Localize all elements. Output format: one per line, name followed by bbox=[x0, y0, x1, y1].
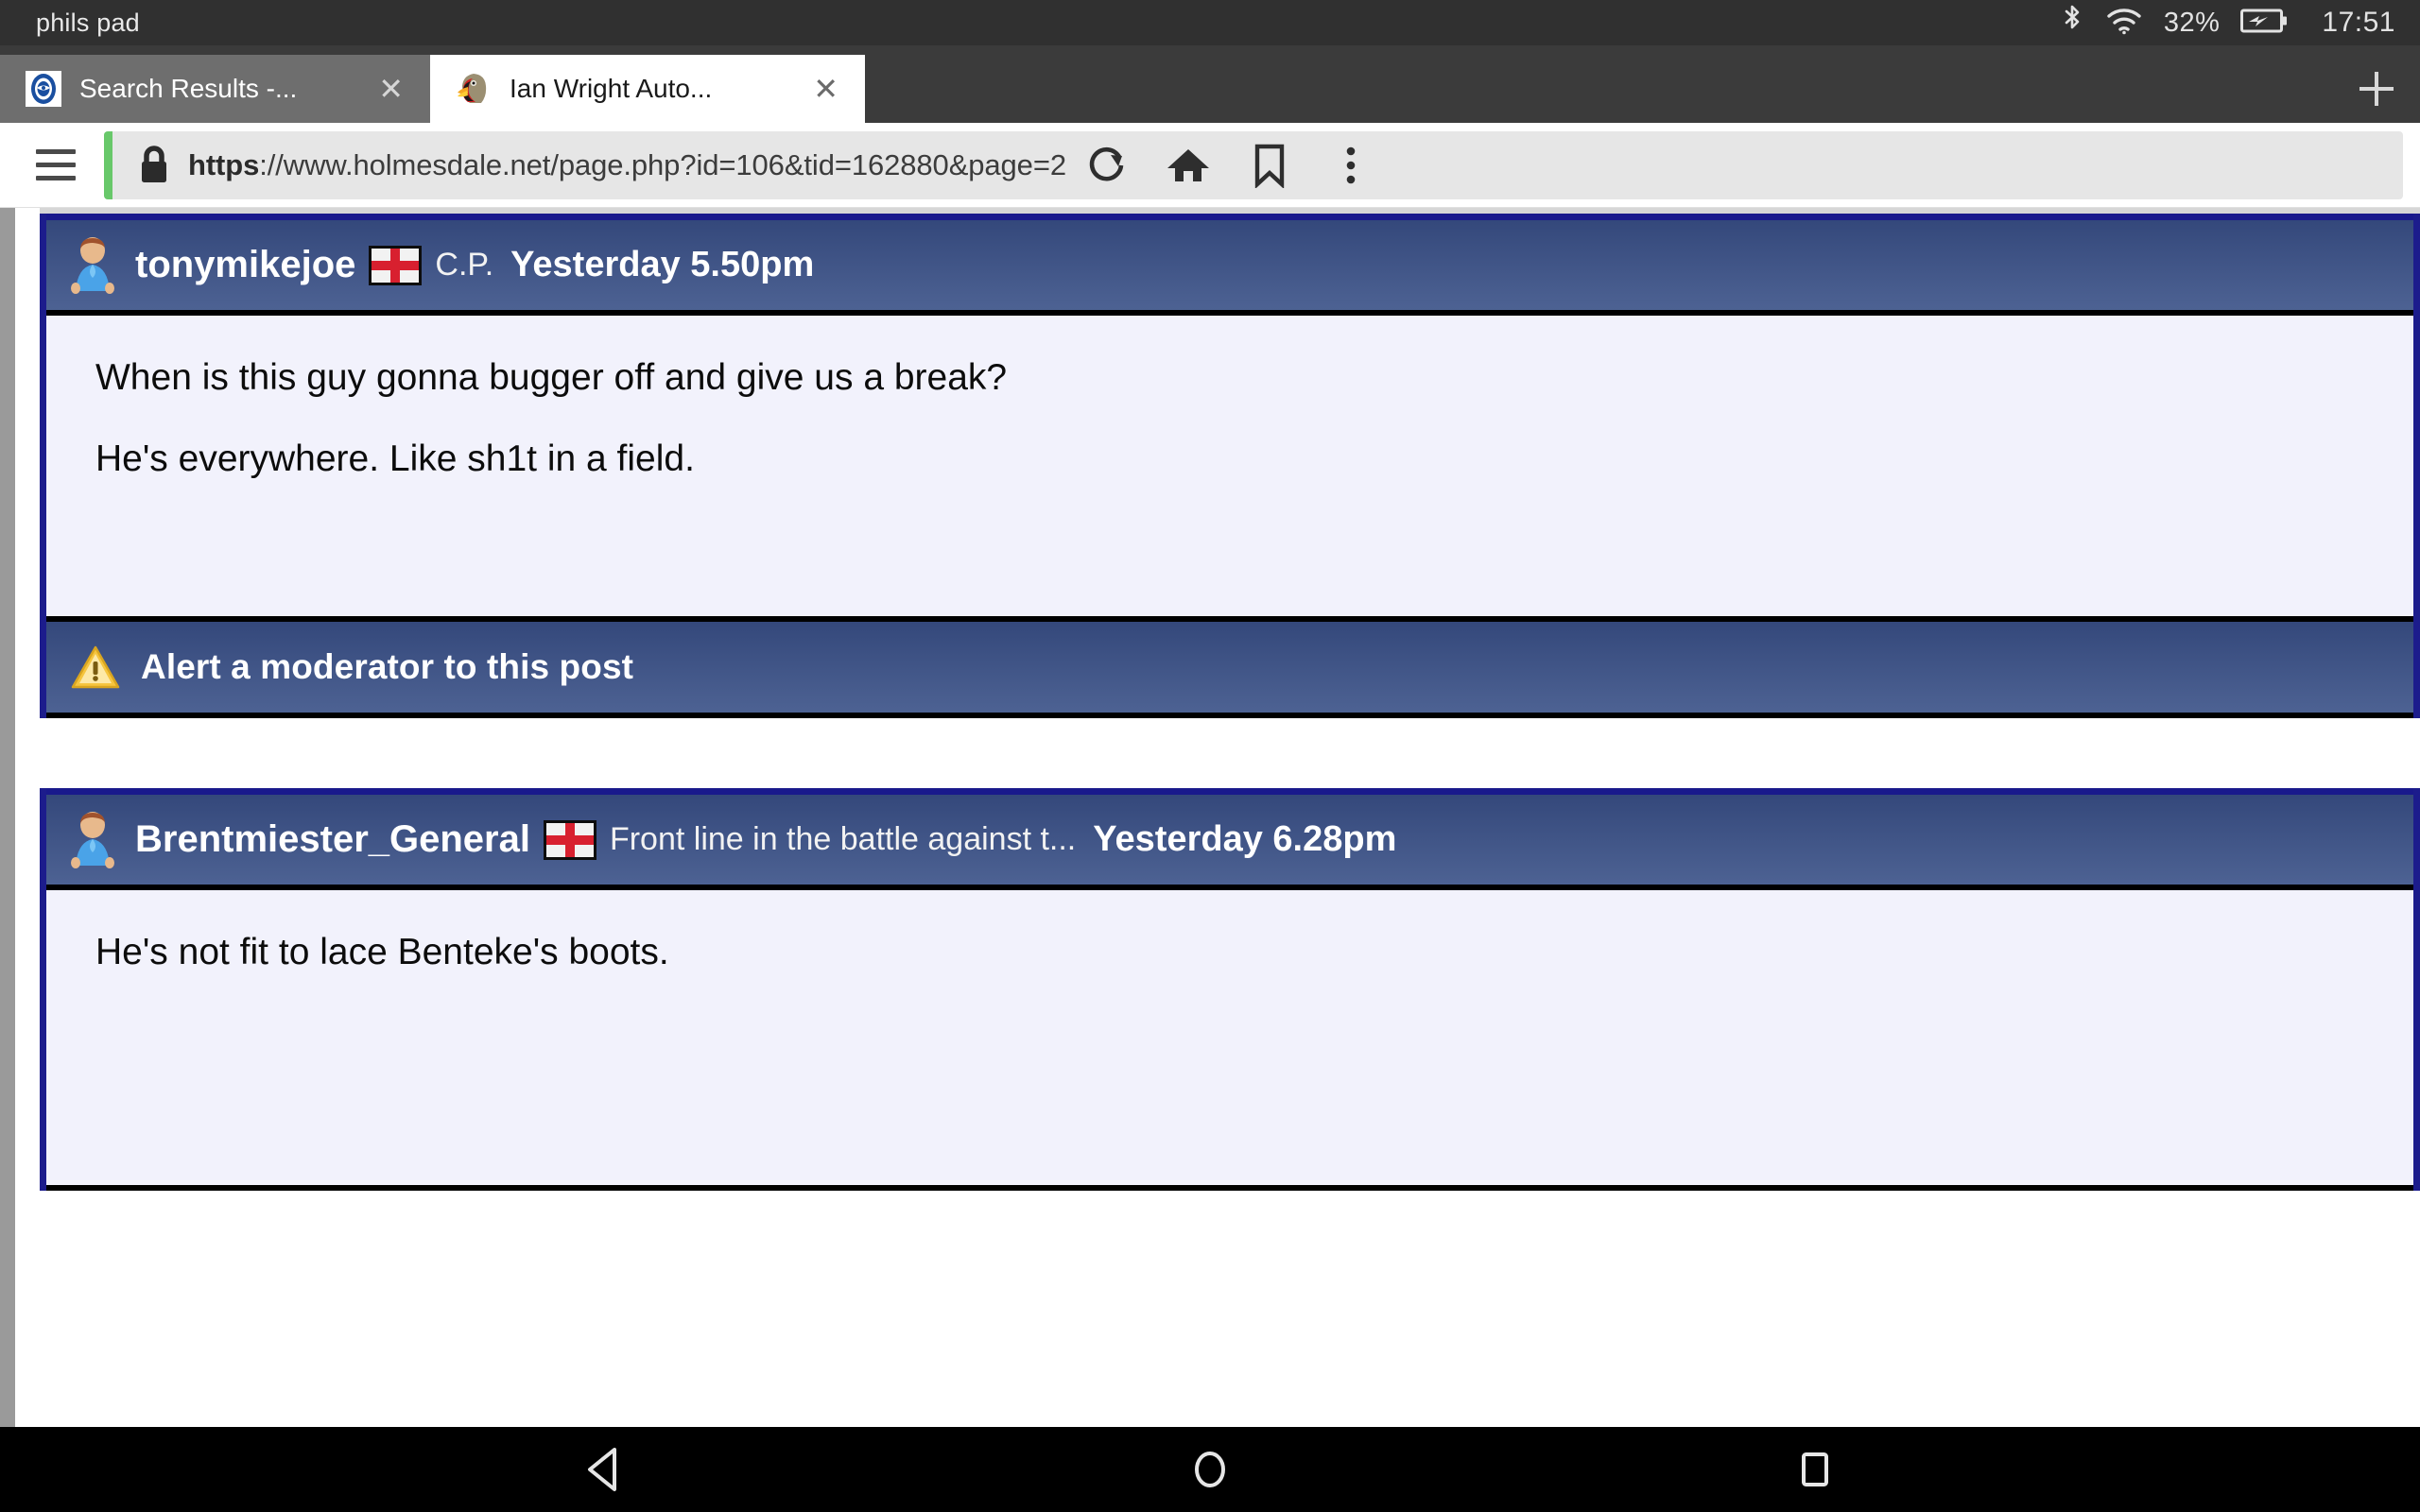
home-circle-icon[interactable] bbox=[1158, 1436, 1262, 1503]
hamburger-menu-icon[interactable] bbox=[19, 137, 93, 194]
tab-label: Ian Wright Auto... bbox=[510, 74, 713, 103]
post-paragraph: He's everywhere. Like sh1t in a field. bbox=[95, 438, 695, 479]
post-header: Brentmiester_General Front line in the b… bbox=[46, 788, 2413, 890]
browser-tab-strip: Search Results -... ✕ Ian Wright Auto...… bbox=[0, 45, 2420, 123]
url-bar[interactable]: https://www.holmesdale.net/page.php?id=1… bbox=[104, 130, 2403, 199]
android-status-bar: phils pad 32% 17:51 bbox=[0, 0, 2420, 45]
three-dot-menu-icon[interactable] bbox=[1310, 131, 1392, 199]
url-text: https://www.holmesdale.net/page.php?id=1… bbox=[184, 148, 1066, 182]
reload-icon[interactable] bbox=[1066, 131, 1148, 199]
tab-label: Search Results -... bbox=[79, 74, 298, 103]
eagle-favicon bbox=[455, 70, 493, 108]
toolbar-icon-group bbox=[1065, 130, 1397, 199]
post-header: tonymikejoe C.P. Yesterday 5.50pm bbox=[46, 214, 2413, 316]
browser-toolbar: https://www.holmesdale.net/page.php?id=1… bbox=[0, 123, 2420, 208]
tab-ian-wright[interactable]: Ian Wright Auto... ✕ bbox=[430, 55, 865, 123]
tab-search-results[interactable]: Search Results -... ✕ bbox=[0, 55, 430, 123]
new-tab-button[interactable] bbox=[2350, 62, 2403, 115]
post-timestamp: Yesterday 5.50pm bbox=[510, 245, 815, 284]
bluetooth-icon bbox=[2060, 4, 2084, 43]
back-triangle-icon[interactable] bbox=[553, 1436, 657, 1503]
page-left-edge bbox=[0, 208, 15, 1427]
alert-moderator-bar[interactable]: Alert a moderator to this post bbox=[46, 616, 2413, 718]
user-avatar-icon bbox=[67, 811, 118, 869]
web-page-viewport: tonymikejoe C.P. Yesterday 5.50pm When i… bbox=[0, 208, 2420, 1427]
alert-moderator-label: Alert a moderator to this post bbox=[141, 647, 634, 686]
url-rest: ://www.holmesdale.net/page.php?id=106&ti… bbox=[259, 147, 1066, 181]
close-icon[interactable]: ✕ bbox=[807, 74, 844, 104]
user-avatar-icon bbox=[67, 236, 118, 295]
home-icon[interactable] bbox=[1148, 131, 1229, 199]
lock-icon bbox=[124, 143, 184, 188]
battery-percent-label: 32% bbox=[2163, 7, 2221, 38]
crystal-palace-badge-icon bbox=[25, 70, 62, 108]
forum-post: tonymikejoe C.P. Yesterday 5.50pm When i… bbox=[40, 214, 2420, 718]
post-username[interactable]: tonymikejoe bbox=[135, 244, 355, 286]
forum-thread-content: tonymikejoe C.P. Yesterday 5.50pm When i… bbox=[15, 208, 2420, 1427]
post-user-title: Front line in the battle against t... bbox=[609, 821, 1077, 857]
post-paragraph: When is this guy gonna bugger off and gi… bbox=[95, 357, 1008, 398]
post-user-title: C.P. bbox=[435, 247, 494, 283]
android-navigation-bar bbox=[0, 1427, 2420, 1512]
post-username[interactable]: Brentmiester_General bbox=[135, 818, 530, 861]
bookmark-icon[interactable] bbox=[1229, 131, 1310, 199]
url-scheme: https bbox=[188, 147, 260, 181]
close-icon[interactable]: ✕ bbox=[372, 74, 409, 104]
england-flag-icon bbox=[369, 245, 423, 285]
wifi-icon bbox=[2105, 6, 2143, 41]
post-timestamp: Yesterday 6.28pm bbox=[1093, 819, 1397, 859]
forum-post: Brentmiester_General Front line in the b… bbox=[40, 788, 2420, 1191]
clock-label: 17:51 bbox=[2322, 7, 2395, 38]
status-bar-indicators: 32% 17:51 bbox=[2060, 4, 2395, 43]
warning-triangle-icon bbox=[71, 644, 120, 690]
battery-charging-icon bbox=[2240, 8, 2288, 39]
device-name-label: phils pad bbox=[36, 8, 140, 37]
post-bottom-rule bbox=[46, 1185, 2413, 1191]
post-body: When is this guy gonna bugger off and gi… bbox=[46, 316, 2413, 616]
post-paragraph: He's not fit to lace Benteke's boots. bbox=[95, 932, 669, 972]
post-separator bbox=[40, 718, 2420, 788]
post-body: He's not fit to lace Benteke's boots. bbox=[46, 890, 2413, 1185]
security-indicator-bar bbox=[104, 130, 112, 199]
recents-square-icon[interactable] bbox=[1763, 1436, 1867, 1503]
england-flag-icon bbox=[543, 819, 596, 860]
